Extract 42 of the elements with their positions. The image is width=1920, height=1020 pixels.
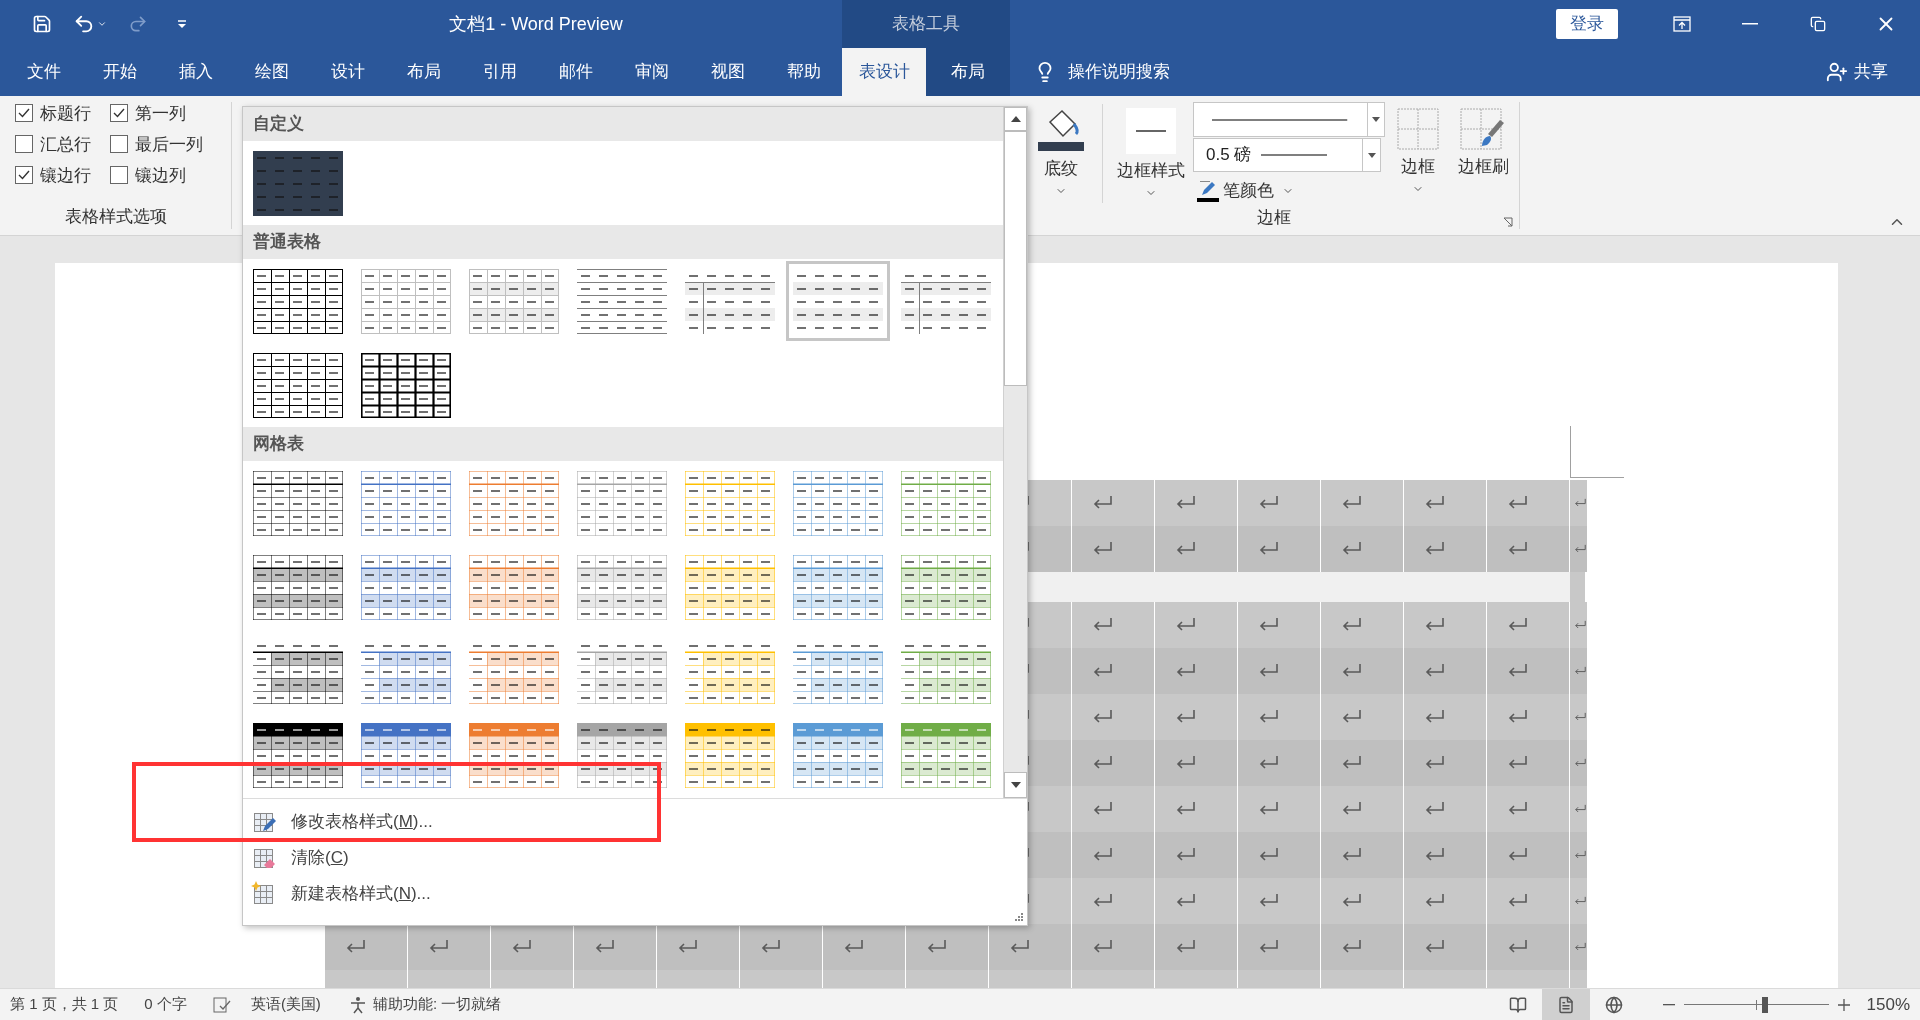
ribbon-tab[interactable]: 邮件 [538,48,614,96]
share-button[interactable]: 共享 [1826,48,1920,96]
ribbon-tab[interactable]: 帮助 [766,48,842,96]
checkbox-label: 汇总行 [40,135,91,153]
ribbon-tab[interactable]: 审阅 [614,48,690,96]
ribbon-tab[interactable]: 插入 [158,48,234,96]
section-header: 网格表 [243,427,1003,461]
checkbox-label: 镶边行 [40,166,91,184]
section-header: 普通表格 [243,225,1003,259]
checkbox-label: 镶边列 [135,166,186,184]
context-label: 表格工具 [892,13,960,36]
tell-me-search[interactable]: 操作说明搜索 [1034,48,1170,96]
line-weight-dropdown[interactable]: 0.5 磅 [1193,138,1381,172]
ribbon-tab[interactable]: 开始 [82,48,158,96]
borders-button[interactable]: 边框 [1391,102,1445,205]
ribbon-tab[interactable]: 布局 [926,48,1010,96]
word-count[interactable]: 0 个字 [144,993,187,1016]
ribbon-tab[interactable]: 文件 [6,48,82,96]
shading-button[interactable]: 底纹 [1028,102,1094,205]
zoom-level[interactable]: 150% [1866,991,1910,1018]
pen-color-button[interactable]: 笔颜色 [1193,177,1385,205]
ribbon-tab[interactable]: 视图 [690,48,766,96]
section-header: 自定义 [243,107,1003,141]
ribbon-tab[interactable]: 表设计 [842,48,926,96]
checkbox-label: 最后一列 [135,135,203,153]
checkbox-label: 第一列 [135,104,186,122]
window-title: 文档1 - Word Preview [449,12,623,36]
checkbox-label: 标题行 [40,104,91,122]
menu-item[interactable]: 新建表格样式(N)... [243,876,1027,912]
group-label: 边框 [1256,207,1291,229]
page-count[interactable]: 第 1 页，共 1 页 [10,993,119,1016]
accessibility-status[interactable]: 辅助功能: 一切就绪 [372,993,502,1016]
group-label: 表格样式选项 [64,205,167,228]
border-styles-button[interactable]: 边框样式 [1109,102,1193,205]
ribbon-tab[interactable]: 设计 [310,48,386,96]
border-painter-button[interactable]: 边框刷 [1449,102,1517,205]
ribbon-tab[interactable]: 引用 [462,48,538,96]
sign-in-button[interactable]: 登录 [1556,9,1618,39]
ribbon-tab[interactable]: 绘图 [234,48,310,96]
ribbon-tab[interactable]: 布局 [386,48,462,96]
language-status[interactable]: 英语(美国) [250,993,321,1016]
menu-item[interactable]: 清除(C) [243,840,1027,876]
